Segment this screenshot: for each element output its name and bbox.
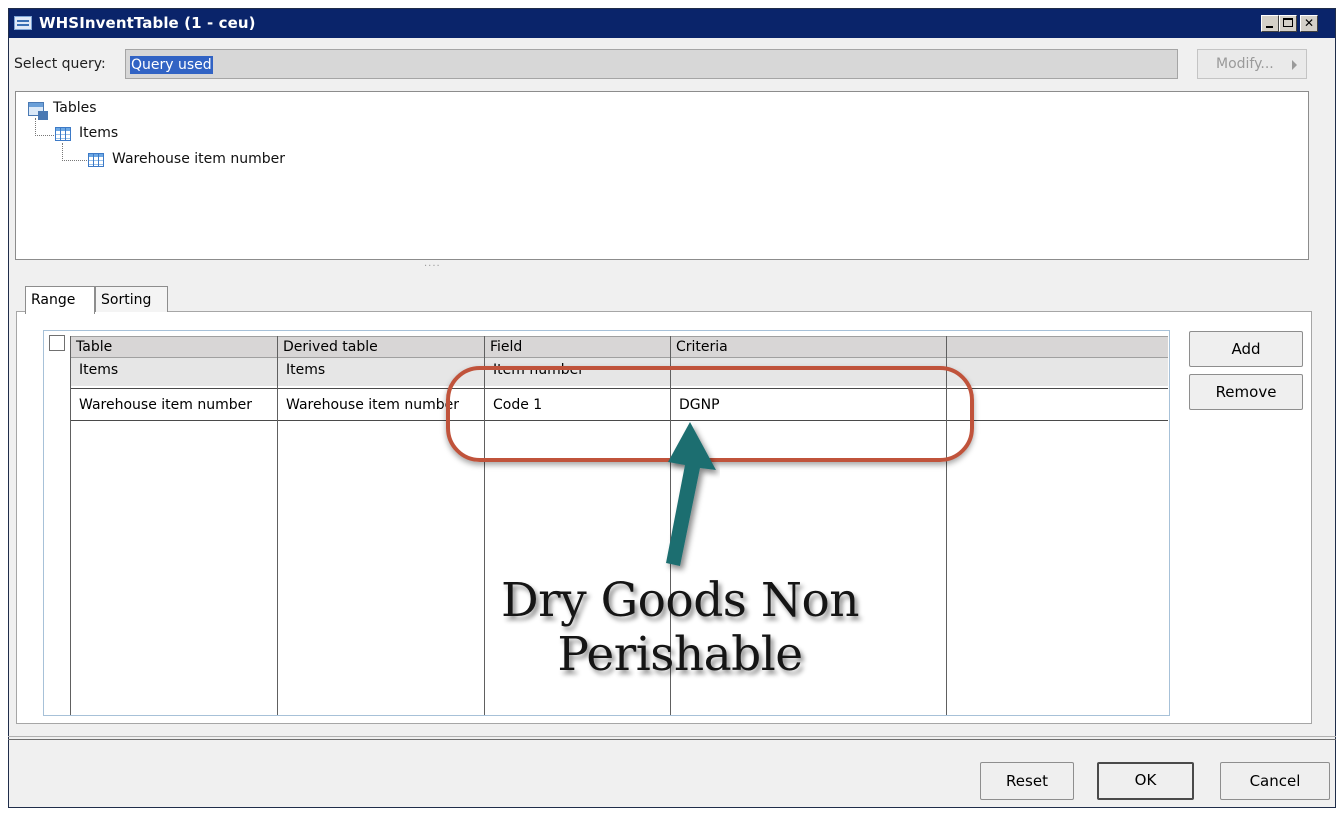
minimize-icon <box>1266 26 1273 28</box>
window-icon <box>14 16 32 30</box>
column-header-criteria[interactable]: Criteria <box>670 336 946 358</box>
query-tree[interactable]: Tables Items Warehouse item number ···· <box>15 91 1309 272</box>
add-button[interactable]: Add <box>1189 331 1303 367</box>
tree-node-tables[interactable]: Tables <box>53 100 97 116</box>
footer-divider <box>8 736 1336 737</box>
ok-button[interactable]: OK <box>1097 762 1194 800</box>
splitter-grip[interactable]: ···· <box>424 261 441 272</box>
column-header-blank[interactable] <box>946 336 1168 358</box>
cell-table: Warehouse item number <box>79 397 252 413</box>
select-query-field[interactable]: Query used <box>125 49 1178 79</box>
modify-button-label: Modify... <box>1216 56 1274 72</box>
annotation-line-2: Perishable <box>557 627 803 682</box>
column-divider <box>277 336 278 715</box>
maximize-button[interactable] <box>1279 15 1297 32</box>
tree-connector <box>62 143 87 161</box>
maximize-icon <box>1283 18 1293 27</box>
modify-button[interactable]: Modify... <box>1197 49 1307 79</box>
tree-node-warehouse-item-number[interactable]: Warehouse item number <box>112 151 285 167</box>
cell-criteria[interactable]: DGNP <box>670 397 949 413</box>
cell-field[interactable]: Item number <box>484 362 673 378</box>
cell-table: Items <box>79 362 119 378</box>
tree-node-items[interactable]: Items <box>79 125 118 141</box>
column-header-derived-table[interactable]: Derived table <box>277 336 484 358</box>
tables-icon <box>28 102 48 120</box>
cell-field[interactable]: Code 1 <box>484 397 673 413</box>
table-icon <box>88 153 104 167</box>
tree-connector <box>35 118 54 136</box>
row-divider <box>70 388 1168 389</box>
title-bar[interactable]: WHSInventTable (1 - ceu) ✕ <box>9 9 1335 38</box>
row-divider <box>70 420 1168 421</box>
tab-sorting[interactable]: Sorting <box>95 286 168 312</box>
close-button[interactable]: ✕ <box>1300 15 1318 32</box>
column-divider <box>70 336 71 715</box>
cancel-button[interactable]: Cancel <box>1220 762 1330 800</box>
remove-button[interactable]: Remove <box>1189 374 1303 410</box>
column-divider <box>946 336 947 715</box>
window-title: WHSInventTable (1 - ceu) <box>39 14 256 32</box>
submenu-arrow-icon <box>1292 60 1297 70</box>
column-header-field[interactable]: Field <box>484 336 670 358</box>
select-query-value: Query used <box>130 56 213 74</box>
footer-divider <box>8 739 1336 740</box>
column-header-table[interactable]: Table <box>70 336 277 358</box>
annotation-text: Dry Goods Non Perishable <box>470 574 890 682</box>
cell-derived-table: Items <box>286 362 326 378</box>
annotation-line-1: Dry Goods Non <box>500 573 860 628</box>
tab-range[interactable]: Range <box>25 286 95 314</box>
cell-derived-table: Warehouse item number <box>286 397 459 413</box>
reset-button[interactable]: Reset <box>980 762 1074 800</box>
close-icon: ✕ <box>1303 16 1315 30</box>
table-icon <box>55 127 71 141</box>
minimize-button[interactable] <box>1261 15 1279 32</box>
select-query-label: Select query: <box>14 56 106 72</box>
select-all-checkbox[interactable] <box>49 335 65 351</box>
